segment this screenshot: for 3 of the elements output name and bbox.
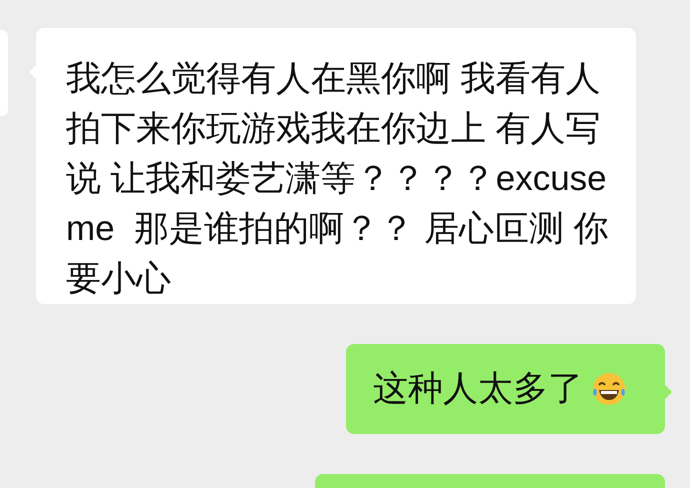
- message-text: 我怎么觉得有人在黑你啊 我看有人拍下来你玩游戏我在你边上 有人写说 让我和娄艺潇等？？？？excuse me 那是谁拍的啊？？ 居心叵测 你要小心: [66, 58, 610, 300]
- message-text: 这种人太多了: [373, 368, 583, 410]
- laughing-emoji-icon: [591, 371, 627, 407]
